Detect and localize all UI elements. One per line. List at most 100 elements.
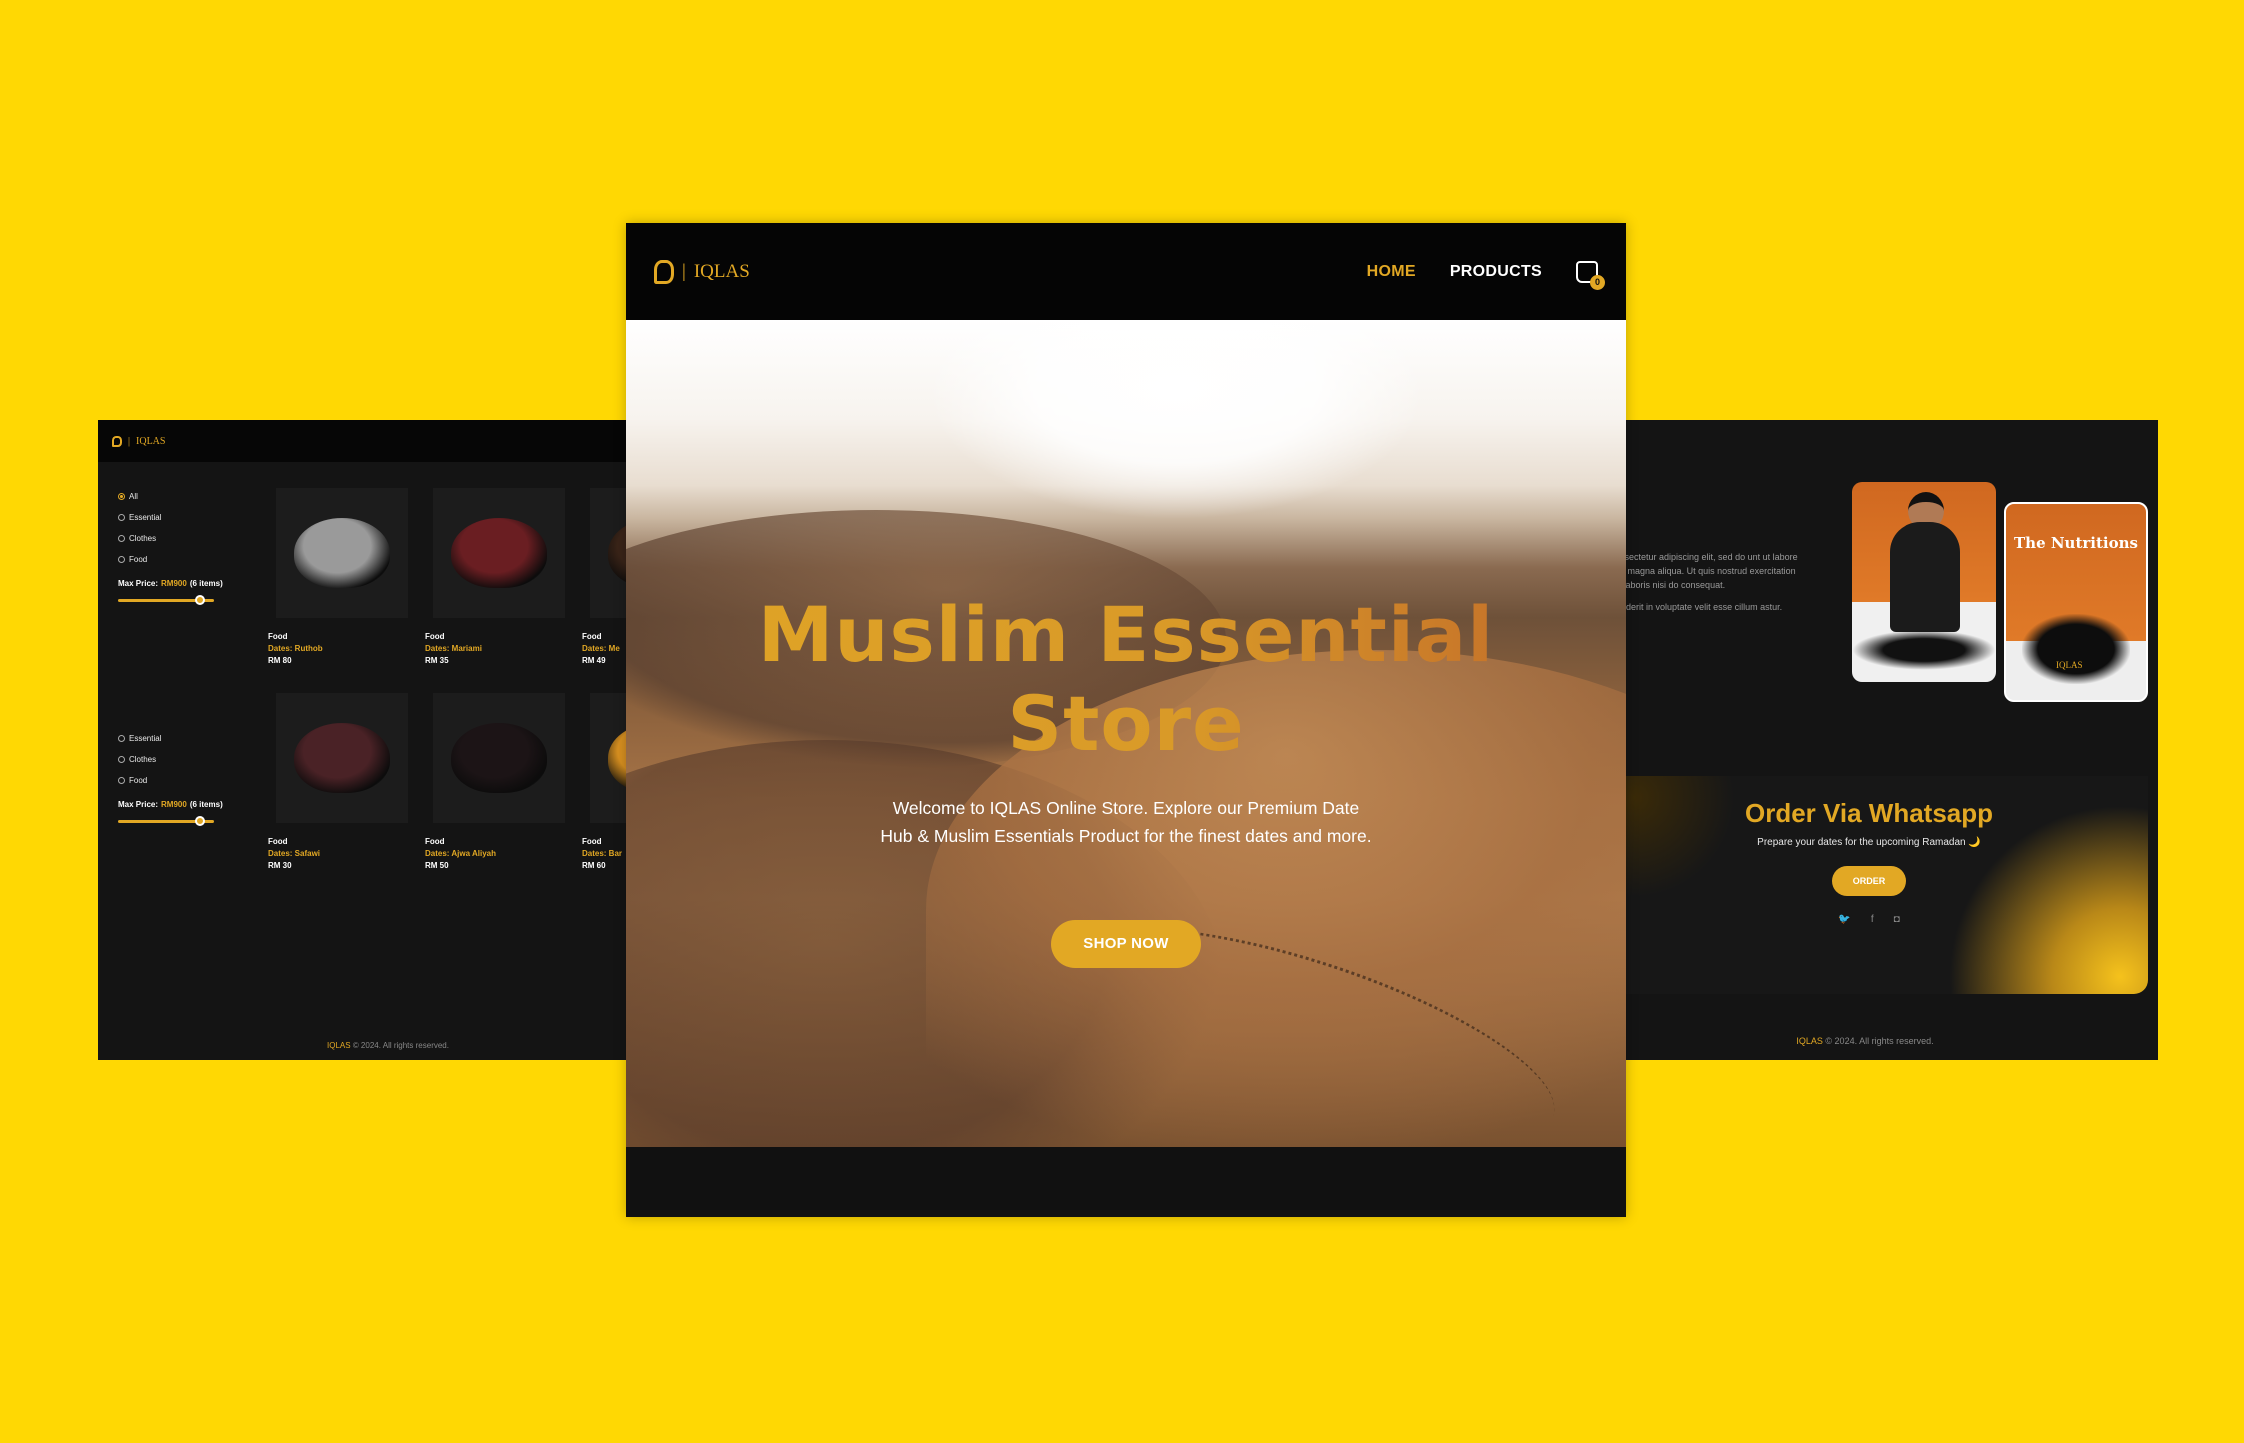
hero-title: Muslim Essential Store (626, 590, 1626, 768)
cart-count-badge: 0 (1590, 274, 1605, 290)
radio-icon[interactable] (118, 514, 125, 521)
social-links: 🐦 f ◘ (1590, 914, 2148, 925)
price-slider[interactable] (118, 815, 214, 827)
footer-brand: IQLAS (1796, 1036, 1823, 1046)
main-logo[interactable]: | IQLAS (654, 259, 750, 284)
filter-label: Essential (129, 513, 162, 522)
product-price: RM 50 (425, 861, 449, 870)
products-footer: IQLAS © 2024. All rights reserved. (98, 1041, 638, 1050)
item-count: (6 items) (189, 800, 223, 809)
shop-now-button[interactable]: SHOP NOW (1051, 920, 1201, 968)
item-count: (6 items) (189, 579, 223, 588)
product-category: Food (425, 632, 445, 641)
about-page-preview: met, consectetur adipiscing elit, sed do… (1590, 420, 2158, 1060)
chef-photo (1852, 482, 1996, 682)
max-price-label: Max Price: RM900 (6 items) (118, 579, 223, 588)
product-image[interactable] (433, 693, 565, 823)
filter-option-all[interactable]: All (118, 486, 228, 507)
product-category: Food (425, 837, 445, 846)
footer-brand: IQLAS (327, 1041, 351, 1050)
hero-sun-glow (926, 320, 1426, 520)
product-card[interactable]: Food Dates: Safawi RM 30 (268, 693, 425, 886)
footer-copyright: © 2024. All rights reserved. (1825, 1036, 1934, 1046)
product-image[interactable] (433, 488, 565, 618)
order-button[interactable]: ORDER (1832, 866, 1906, 896)
products-navbar: | IQLAS (98, 420, 638, 462)
logo-separator: | (128, 435, 131, 447)
nutrition-card: The Nutritions IQLAS (2004, 502, 2148, 702)
products-page-preview: | IQLAS All Essential Clothes Food Max P… (98, 420, 638, 1060)
facebook-icon[interactable]: f (1871, 914, 1874, 925)
filter-label: Food (129, 555, 148, 564)
filter-option-food[interactable]: Food (118, 770, 228, 791)
product-price: RM 30 (268, 861, 292, 870)
radio-icon[interactable] (118, 556, 125, 563)
slider-thumb[interactable] (194, 816, 205, 826)
product-grid: Food Dates: Ruthob RM 80 Food Dates: Mar… (268, 488, 638, 886)
product-category: Food (268, 837, 288, 846)
filter-label: Food (129, 776, 148, 785)
product-price: RM 35 (425, 656, 449, 665)
radio-icon[interactable] (118, 777, 125, 784)
logo-mark-icon (112, 435, 122, 447)
filter-option-essential[interactable]: Essential (118, 507, 228, 528)
product-card[interactable]: Food Dates: Mariami RM 35 (425, 488, 582, 681)
dates-pile-image (294, 723, 390, 793)
product-name[interactable]: Dates: Mariami (425, 644, 582, 653)
filter-option-clothes[interactable]: Clothes (118, 749, 228, 770)
order-title: Order Via Whatsapp (1744, 798, 1994, 828)
filter-option-essential[interactable]: Essential (118, 728, 228, 749)
chef-body-image (1890, 522, 1960, 632)
hero-section: Muslim Essential Store Welcome to IQLAS … (626, 320, 1626, 1147)
category-filter-secondary: Essential Clothes Food Max Price: RM900 (6… (118, 728, 228, 827)
radio-icon[interactable] (118, 735, 125, 742)
filter-label: Clothes (129, 755, 157, 764)
logo-mark-icon (654, 259, 674, 284)
about-footer: IQLAS © 2024. All rights reserved. (1590, 1036, 2140, 1046)
dates-pile-image (451, 518, 547, 588)
max-price-label: Max Price: RM900 (6 items) (118, 800, 223, 809)
category-filter: All Essential Clothes Food Max Price: RM9… (118, 486, 228, 606)
nav-home[interactable]: HOME (1367, 263, 1416, 281)
slider-thumb[interactable] (194, 595, 205, 605)
order-subtitle: Prepare your dates for the upcoming Rama… (1757, 837, 1981, 848)
price-slider[interactable] (118, 594, 214, 606)
product-category: Food (268, 632, 288, 641)
product-image[interactable] (276, 693, 408, 823)
page-bottom-strip (626, 1147, 1626, 1217)
filter-label: Essential (129, 734, 162, 743)
filter-label: All (129, 492, 138, 501)
product-image[interactable] (276, 488, 408, 618)
twitter-icon[interactable]: 🐦 (1838, 914, 1850, 925)
logo-text: IQLAS (136, 435, 166, 447)
product-name[interactable]: Dates: Ajwa Aliyah (425, 849, 582, 858)
filter-option-food[interactable]: Food (118, 549, 228, 570)
order-section: Order Via Whatsapp Prepare your dates fo… (1590, 776, 2148, 994)
nutrition-title: The Nutritions (2014, 534, 2138, 552)
products-logo[interactable]: | IQLAS (112, 435, 166, 447)
radio-selected-icon[interactable] (118, 493, 125, 500)
logo-separator: | (682, 260, 686, 282)
nutrition-logo: IQLAS (2056, 660, 2083, 670)
shopping-bag-icon[interactable]: 0 (1576, 260, 1605, 290)
product-card[interactable]: Food Dates: Ajwa Aliyah RM 50 (425, 693, 582, 886)
product-name[interactable]: Dates: Safawi (268, 849, 425, 858)
main-navbar: | IQLAS HOME PRODUCTS 0 (626, 223, 1626, 320)
product-price: RM 80 (268, 656, 292, 665)
nav-products[interactable]: PRODUCTS (1450, 263, 1542, 281)
dates-pile-image (294, 518, 390, 588)
product-name[interactable]: Dates: Ruthob (268, 644, 425, 653)
logo-text: IQLAS (693, 260, 750, 282)
filter-option-clothes[interactable]: Clothes (118, 528, 228, 549)
radio-icon[interactable] (118, 535, 125, 542)
filter-label: Clothes (129, 534, 157, 543)
nav-links: HOME PRODUCTS 0 (1367, 260, 1605, 290)
radio-icon[interactable] (118, 756, 125, 763)
instagram-icon[interactable]: ◘ (1894, 914, 1900, 925)
home-page-preview: | IQLAS HOME PRODUCTS 0 Muslim Essential… (626, 223, 1626, 1217)
hero-subtitle: Welcome to IQLAS Online Store. Explore o… (880, 798, 1372, 846)
max-price-value: RM900 (161, 800, 187, 809)
product-card[interactable]: Food Dates: Ruthob RM 80 (268, 488, 425, 681)
dates-pile-image (2022, 614, 2130, 684)
footer-copyright: © 2024. All rights reserved. (352, 1041, 449, 1050)
